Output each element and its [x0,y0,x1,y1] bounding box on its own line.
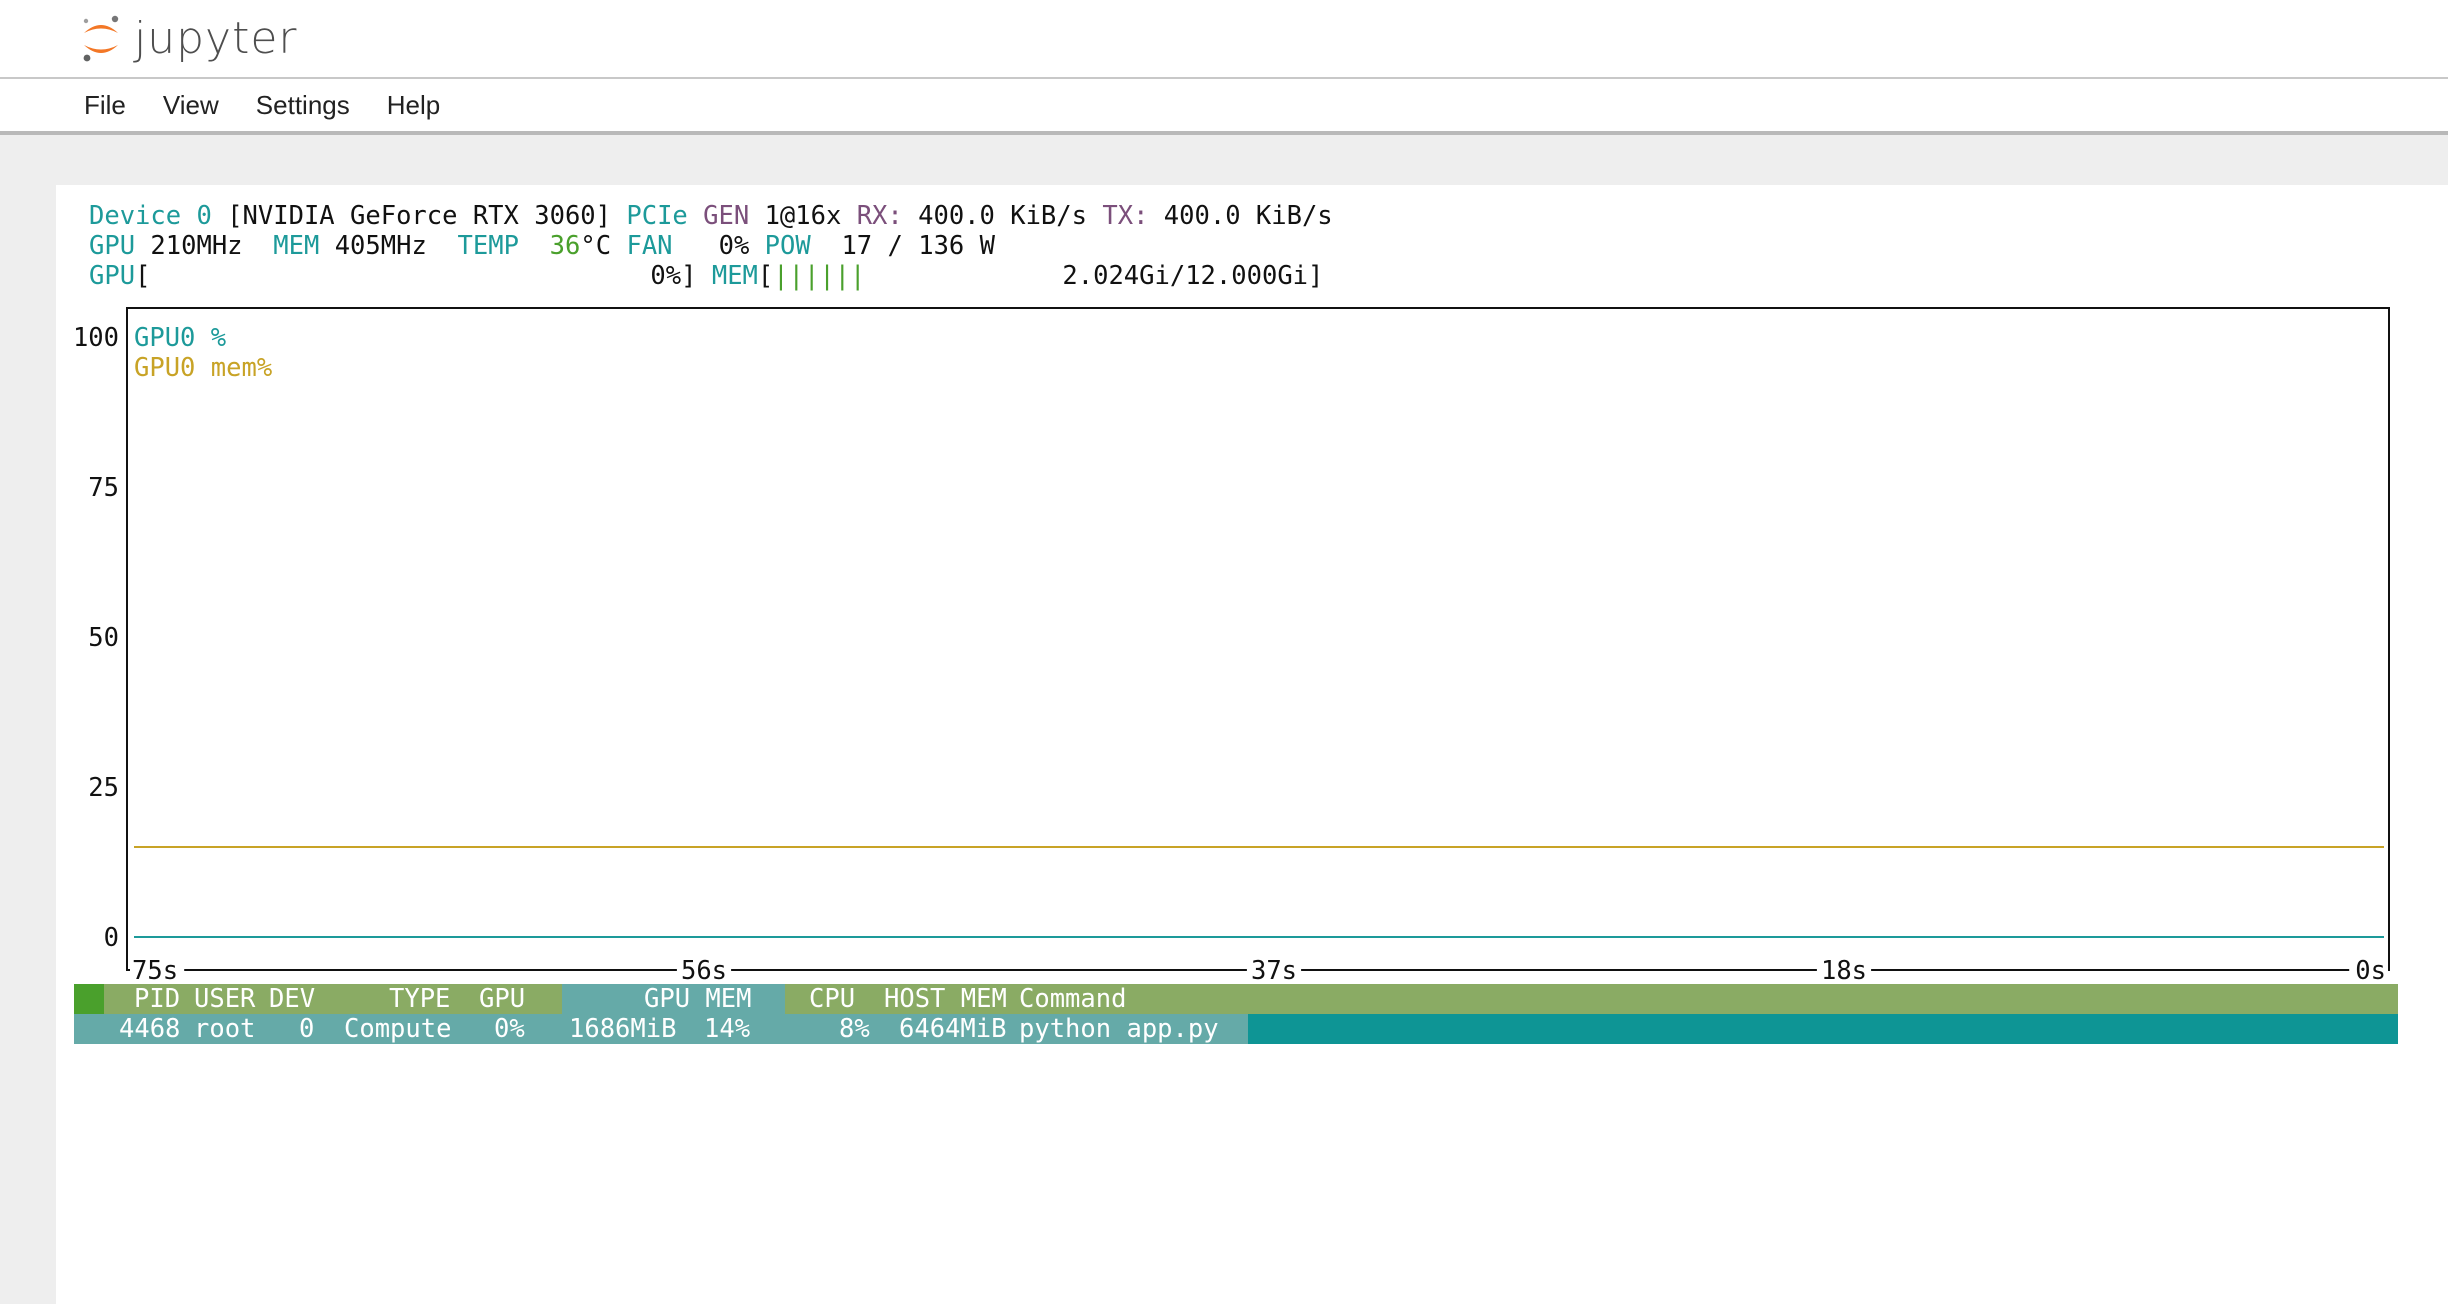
cell-gpu-mem: 1686MiB [569,1014,677,1044]
header-cpu[interactable]: CPU [809,984,855,1014]
row-fill-bg [1248,1014,2398,1044]
menu-help[interactable]: Help [387,90,440,121]
menu-settings[interactable]: Settings [256,90,350,121]
gpu-usage-chart: 100 75 50 25 0 75s 56s 37s 18s 0s GPU0 %GPU0 mem… [73,307,2390,985]
header-type[interactable]: TYPE [389,984,450,1014]
y-tick-label: 25 [88,773,119,803]
y-tick-label: 0 [104,923,119,953]
legend-entry: GPU0 mem% [134,353,272,383]
y-tick-label: 100 [73,323,119,353]
y-tick-label: 50 [88,623,119,653]
cell-dev: 0 [299,1014,315,1044]
header-dev[interactable]: DEV [269,984,315,1014]
cell-type: Compute [344,1014,452,1044]
header-gpu[interactable]: GPU [479,984,525,1014]
x-tick-label: 18s [1821,956,1867,985]
x-tick-label: 75s [132,956,178,985]
header-marker [74,984,104,1014]
cell-cpu: 8% [839,1014,870,1044]
cell-pid: 4468 [119,1014,181,1044]
top-bar: jupyter [0,0,2448,79]
menu-view[interactable]: View [163,90,219,121]
header-gpu-mem[interactable]: GPU MEM [644,984,751,1014]
cell-command: python app.py [1019,1014,1219,1044]
header-host-mem[interactable]: HOST MEM [884,984,1007,1014]
jupyter-logo-icon [78,13,124,63]
cell-host-mem: 6464MiB [899,1014,1007,1044]
y-tick-label: 75 [88,473,119,503]
plot-frame [126,307,2390,971]
menu-bar: File View Settings Help [0,79,2448,135]
header-command[interactable]: Command [1019,984,1126,1014]
x-tick-label: 0s [2355,956,2386,985]
legend-entry: GPU0 % [134,323,226,353]
process-table-header: PID USER DEV TYPE GPU GPU MEM CPU HOST M… [74,984,2398,1014]
cell-user: root [194,1014,256,1044]
app-name: jupyter [134,12,298,64]
terminal-panel[interactable]: Device 0 [NVIDIA GeForce RTX 3060] PCIe … [56,185,2448,1304]
jupyter-logo[interactable]: jupyter [78,10,308,66]
table-row[interactable]: 4468 root 0 Compute 0% 1686MiB 14% 8% 64… [74,1014,2398,1044]
header-user[interactable]: USER [194,984,255,1014]
x-tick-label: 37s [1251,956,1297,985]
cell-gpu-mem-pct: 14% [704,1014,751,1044]
cell-gpu: 0% [494,1014,525,1044]
x-tick-label: 56s [681,956,727,985]
header-pid[interactable]: PID [134,984,180,1014]
menu-file[interactable]: File [84,90,126,121]
